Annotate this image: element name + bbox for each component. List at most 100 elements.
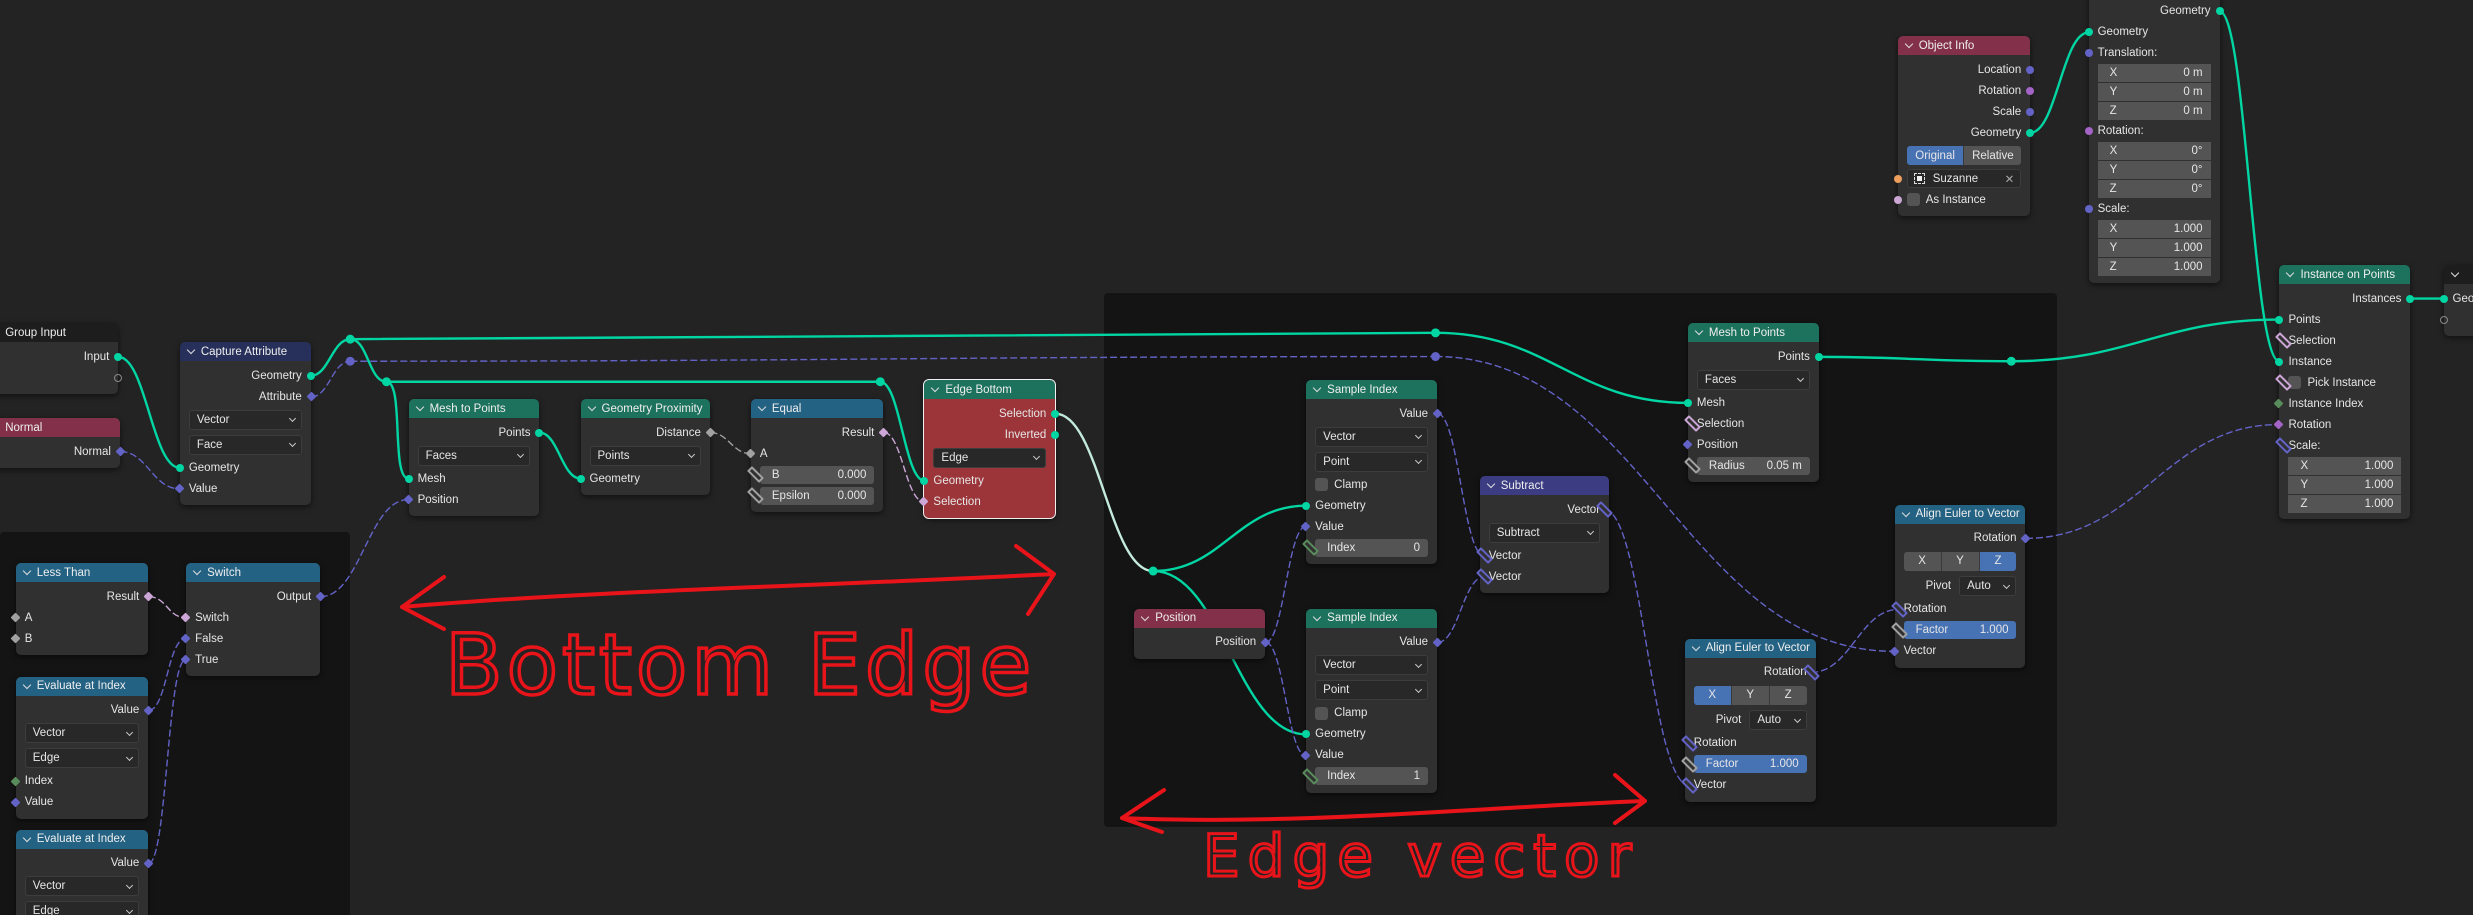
field-y[interactable]: Y 0° [2097,161,2211,180]
field-z[interactable]: Z 0 m [2097,102,2211,121]
node-header[interactable]: Geometry Proximity [580,399,710,419]
node-si2[interactable]: Sample Index Value Vector Point Clamp Geometr… [1300,608,1443,793]
rot-socket[interactable] [2026,86,2035,95]
field-x[interactable]: X 1.000 [2097,220,2211,239]
collapse-chevron-icon[interactable] [757,402,767,412]
node-header[interactable]: Switch [186,563,321,583]
dropdown-faces[interactable]: Faces [1696,369,1810,390]
collapse-chevron-icon[interactable] [22,566,32,576]
field-b[interactable]: B 0.000 [759,465,875,484]
vec-socket[interactable] [403,494,414,505]
geo-socket[interactable] [920,476,929,485]
vec-socket[interactable] [1889,646,1900,657]
vec-socket[interactable] [1300,750,1311,761]
geo-socket[interactable] [1683,398,1692,407]
node-switch[interactable]: Switch Output Switch False True [180,563,326,677]
rot-socket[interactable] [2084,127,2093,136]
collapse-chevron-icon[interactable] [1901,508,1910,518]
option-x[interactable]: X [1693,685,1732,705]
dropdown-vector[interactable]: Vector [1315,655,1429,676]
node-edge-bottom[interactable]: Edge Bottom Selection Inverted Edge Geometry… [918,379,1060,520]
collapse-chevron-icon[interactable] [587,402,596,412]
node-header[interactable] [2443,265,2473,285]
node-header[interactable]: Less Than [15,563,149,583]
collapse-chevron-icon[interactable] [1312,612,1322,622]
geo-socket[interactable] [2084,28,2093,37]
node-header[interactable]: Group Input [0,323,119,343]
vec-socket[interactable] [10,797,21,808]
field-index[interactable]: Index 1 [1315,767,1429,786]
dropdown-edge[interactable]: Edge [24,748,140,769]
geo-socket[interactable] [2439,294,2448,303]
dropdown-subtract[interactable]: Subtract [1488,522,1601,543]
node-header[interactable]: Edge Bottom [924,380,1056,400]
geo-socket[interactable] [2406,294,2415,303]
node-header[interactable]: Evaluate at Index [15,676,149,696]
node-header[interactable]: Instance on Points [2279,265,2411,285]
vec-socket[interactable] [180,633,191,644]
bool-socket[interactable] [878,427,889,438]
node-less[interactable]: Less Than Result A B [10,563,154,656]
node-group-input[interactable]: Group Input Input [0,323,123,395]
vec-socket[interactable] [2084,205,2093,214]
geo-socket[interactable] [306,371,315,380]
collapse-chevron-icon[interactable] [1312,383,1322,393]
clear-icon[interactable]: ✕ [2005,172,2015,186]
field-y[interactable]: Y 1.000 [2288,475,2402,494]
node-transform[interactable]: Geometry Geometry Translation: X 0 m Y 0 m Z 0 m… [2084,0,2224,283]
pivot-dropdown[interactable]: Auto [1959,576,2017,597]
field-x[interactable]: X 0 m [2097,64,2211,83]
checkbox-as-instance[interactable] [1906,193,1920,207]
node-normal[interactable]: Normal Normal [0,418,126,469]
vec-socket[interactable] [315,591,326,602]
node-ae2[interactable]: Align Euler to Vector Rotation X Y Z Pivot Aut… [1889,504,2031,668]
float-socket[interactable] [10,612,21,623]
vec-socket[interactable] [2026,65,2035,74]
vec-socket[interactable] [2026,107,2035,116]
node-eval2[interactable]: Evaluate at Index Value Vector Edge [15,829,154,915]
collapse-chevron-icon[interactable] [192,566,202,576]
option-x[interactable]: X [1903,551,1942,571]
pivot-dropdown[interactable]: Auto [1749,710,1807,731]
checkbox-clamp[interactable] [1315,478,1329,492]
option-relative[interactable]: Relative [1964,146,2022,166]
node-mtp1[interactable]: Mesh to Points Points Faces Mesh Position [403,399,544,517]
field-x[interactable]: X 0° [2097,142,2211,161]
node-output[interactable]: Geometry [2439,265,2473,337]
geo-socket[interactable] [1814,352,1823,361]
option-z[interactable]: Z [1769,685,1807,705]
option-y[interactable]: Y [1941,551,1980,571]
checkbox-clamp[interactable] [1315,706,1329,720]
int-socket[interactable] [10,776,21,787]
node-iop[interactable]: Instance on Points Instances Points Selecti… [2274,265,2415,520]
field-z[interactable]: Z 1.000 [2288,494,2402,513]
option-original[interactable]: Original [1906,146,1965,166]
node-header[interactable]: Evaluate at Index [15,829,149,849]
dropdown-vector[interactable]: Vector [24,876,140,897]
geo-socket[interactable] [2215,7,2224,16]
bool-socket[interactable] [180,612,191,623]
field-z[interactable]: Z 0° [2097,180,2211,199]
float-socket[interactable] [705,427,716,438]
bool-socket[interactable] [1893,195,1902,204]
dropdown-vector[interactable]: Vector [24,723,140,744]
dropdown-face[interactable]: Face [188,434,302,455]
bool-socket[interactable] [918,496,929,507]
field-radius[interactable]: Radius 0.05 m [1696,456,1810,475]
bool-socket[interactable] [143,591,154,602]
dropdown-faces[interactable]: Faces [417,445,531,466]
collapse-chevron-icon[interactable] [22,680,32,689]
geo-socket[interactable] [404,474,413,483]
node-header[interactable]: Mesh to Points [1687,323,1819,343]
field-z[interactable]: Z 1.000 [2097,258,2211,277]
node-header[interactable]: Sample Index [1306,608,1438,628]
option-z[interactable]: Z [1979,551,2017,571]
node-header[interactable]: Equal [750,399,884,419]
field-x[interactable]: X 1.000 [2288,456,2402,475]
vec-socket[interactable] [174,483,185,494]
node-header[interactable]: Mesh to Points [408,399,540,419]
vec-socket[interactable] [1682,439,1693,450]
collapse-chevron-icon[interactable] [186,346,196,355]
field-y[interactable]: Y 0 m [2097,83,2211,102]
object-field[interactable]: Suzanne ✕ [1906,169,2022,189]
